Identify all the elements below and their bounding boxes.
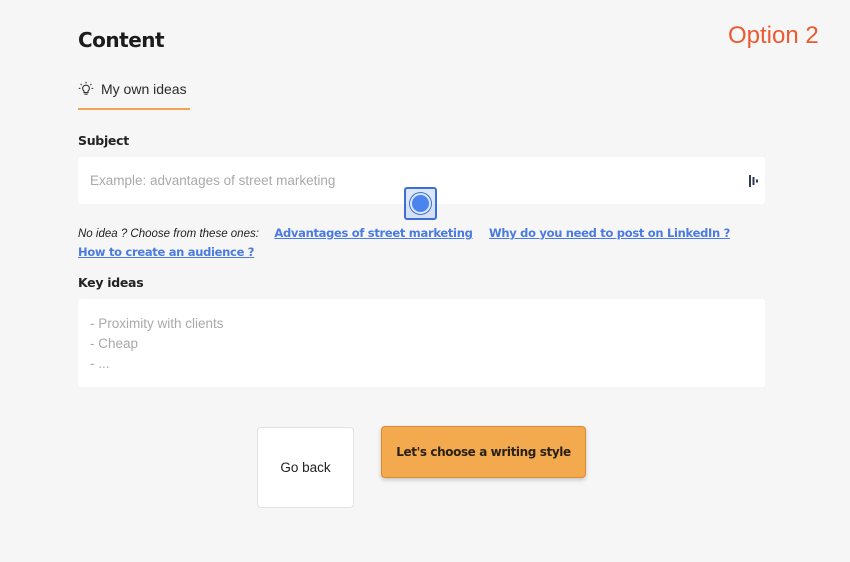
choose-writing-style-button[interactable]: Let's choose a writing style: [381, 426, 586, 478]
subject-label: Subject: [78, 133, 129, 148]
key-ideas-label: Key ideas: [78, 275, 144, 290]
tab-label: My own ideas: [101, 81, 187, 97]
grammar-check-icon[interactable]: [749, 174, 759, 188]
key-ideas-textarea[interactable]: [78, 299, 765, 387]
suggestion-link-linkedin[interactable]: Why do you need to post on LinkedIn ?: [489, 226, 730, 240]
suggestions-hint: No idea ? Choose from these ones:: [78, 228, 259, 240]
cursor-marker: [404, 187, 437, 220]
go-back-button[interactable]: Go back: [257, 427, 354, 508]
suggestion-link-audience[interactable]: How to create an audience ?: [78, 245, 254, 259]
key-ideas-container: [78, 299, 765, 387]
suggestion-link-street-marketing[interactable]: Advantages of street marketing: [274, 226, 472, 240]
suggestions: No idea ? Choose from these ones: Advant…: [78, 224, 768, 261]
tab-my-own-ideas[interactable]: My own ideas: [78, 76, 190, 110]
lightbulb-icon: [78, 81, 94, 97]
page-title: Content: [78, 28, 165, 52]
option-label: Option 2: [728, 22, 819, 49]
cursor-dot-icon: [410, 193, 431, 214]
